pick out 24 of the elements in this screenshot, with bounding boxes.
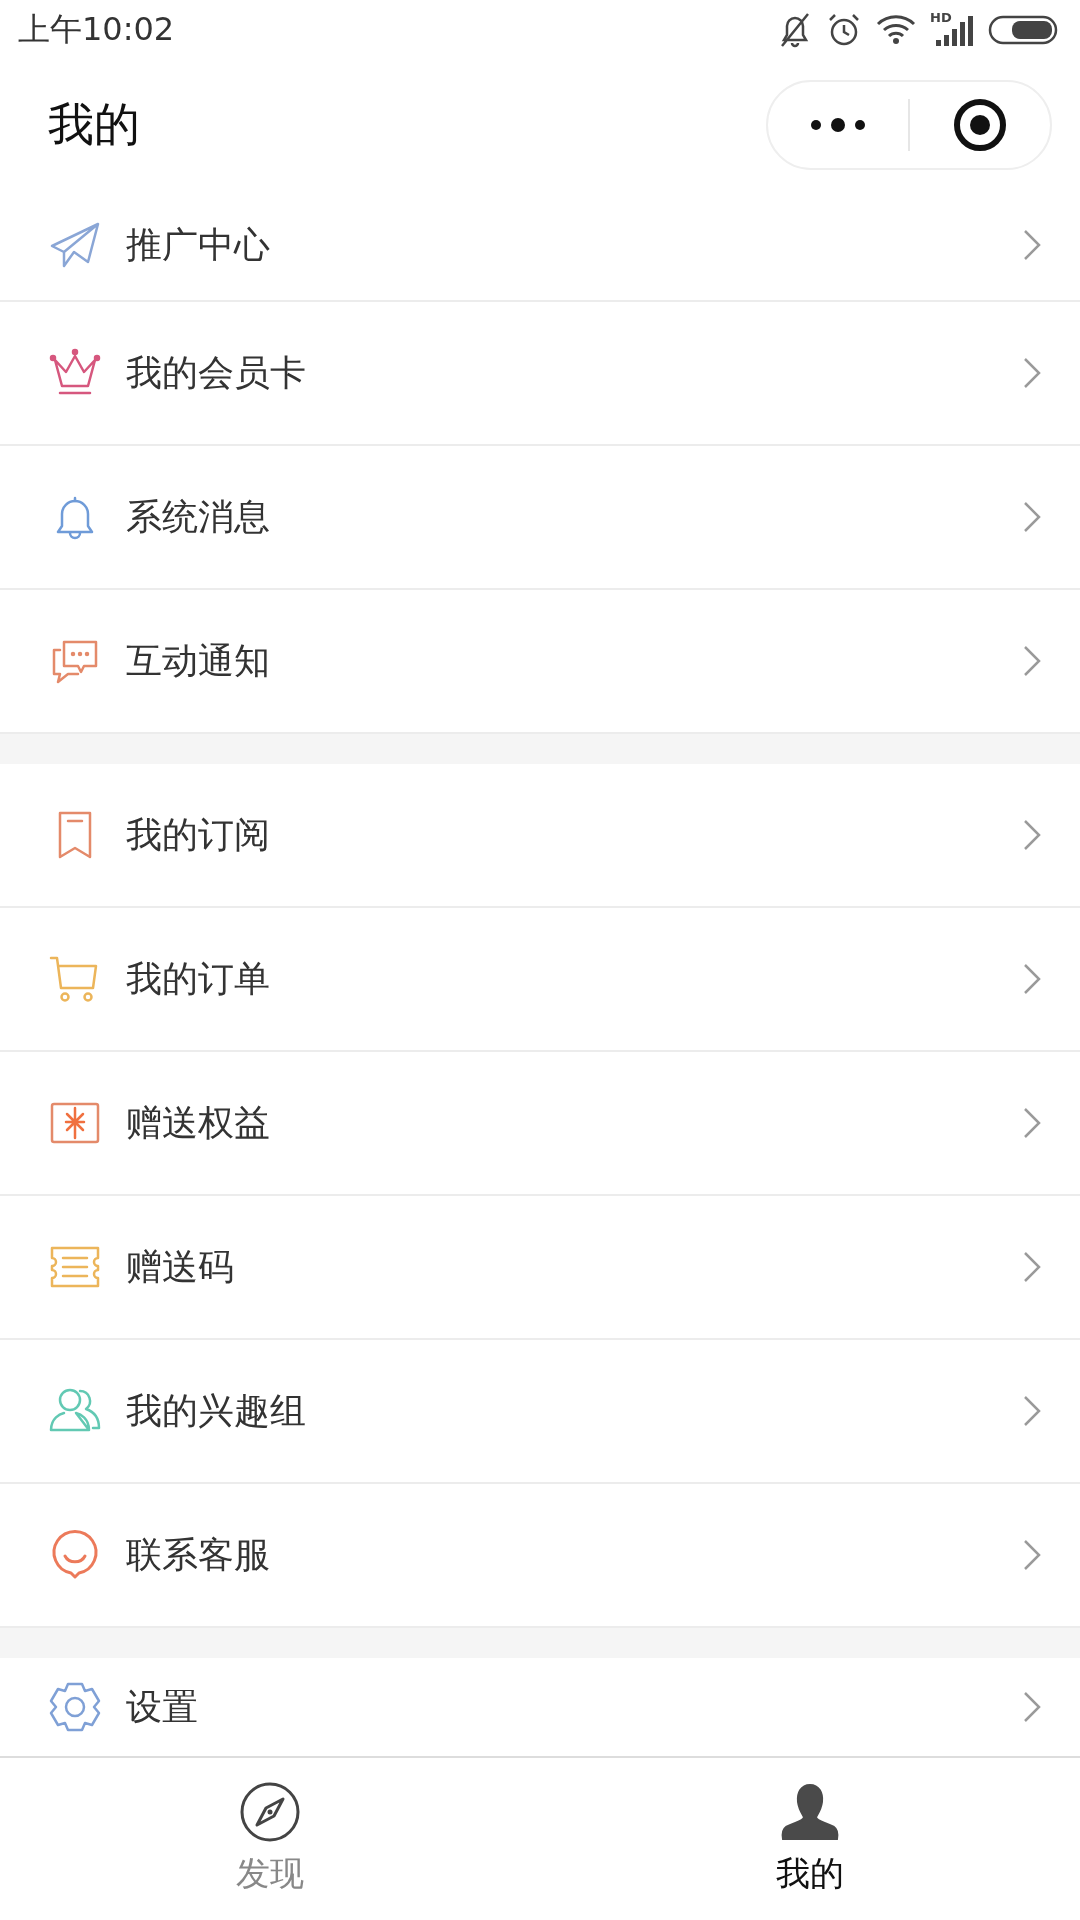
compass-icon [239, 1781, 301, 1843]
battery-icon [988, 14, 1060, 46]
chevron-right-icon [1022, 962, 1042, 996]
chevron-right-icon [1022, 1690, 1042, 1724]
muted-bell-icon [778, 12, 812, 48]
tab[interactable]: 我的 [540, 1758, 1080, 1920]
chevron-right-icon [1022, 228, 1042, 262]
tab[interactable]: 发现 [0, 1758, 540, 1920]
chevron-right-icon [1022, 1394, 1042, 1428]
chevron-right-icon [1022, 1250, 1042, 1284]
page-title: 我的 [48, 96, 140, 153]
chevron-right-icon [1022, 356, 1042, 390]
chevron-right-icon [1022, 500, 1042, 534]
person-icon [779, 1781, 841, 1843]
more-icon [808, 115, 868, 135]
network-label: HD [930, 10, 952, 25]
chevron-right-icon [1022, 1538, 1042, 1572]
chevron-right-icon [1022, 818, 1042, 852]
status-time: 上午10:02 [18, 9, 175, 50]
wifi-icon [876, 14, 916, 46]
chevron-right-icon [1022, 1106, 1042, 1140]
chevron-right-icon [1022, 644, 1042, 678]
target-icon [953, 98, 1007, 152]
gear-icon [48, 1680, 102, 1734]
